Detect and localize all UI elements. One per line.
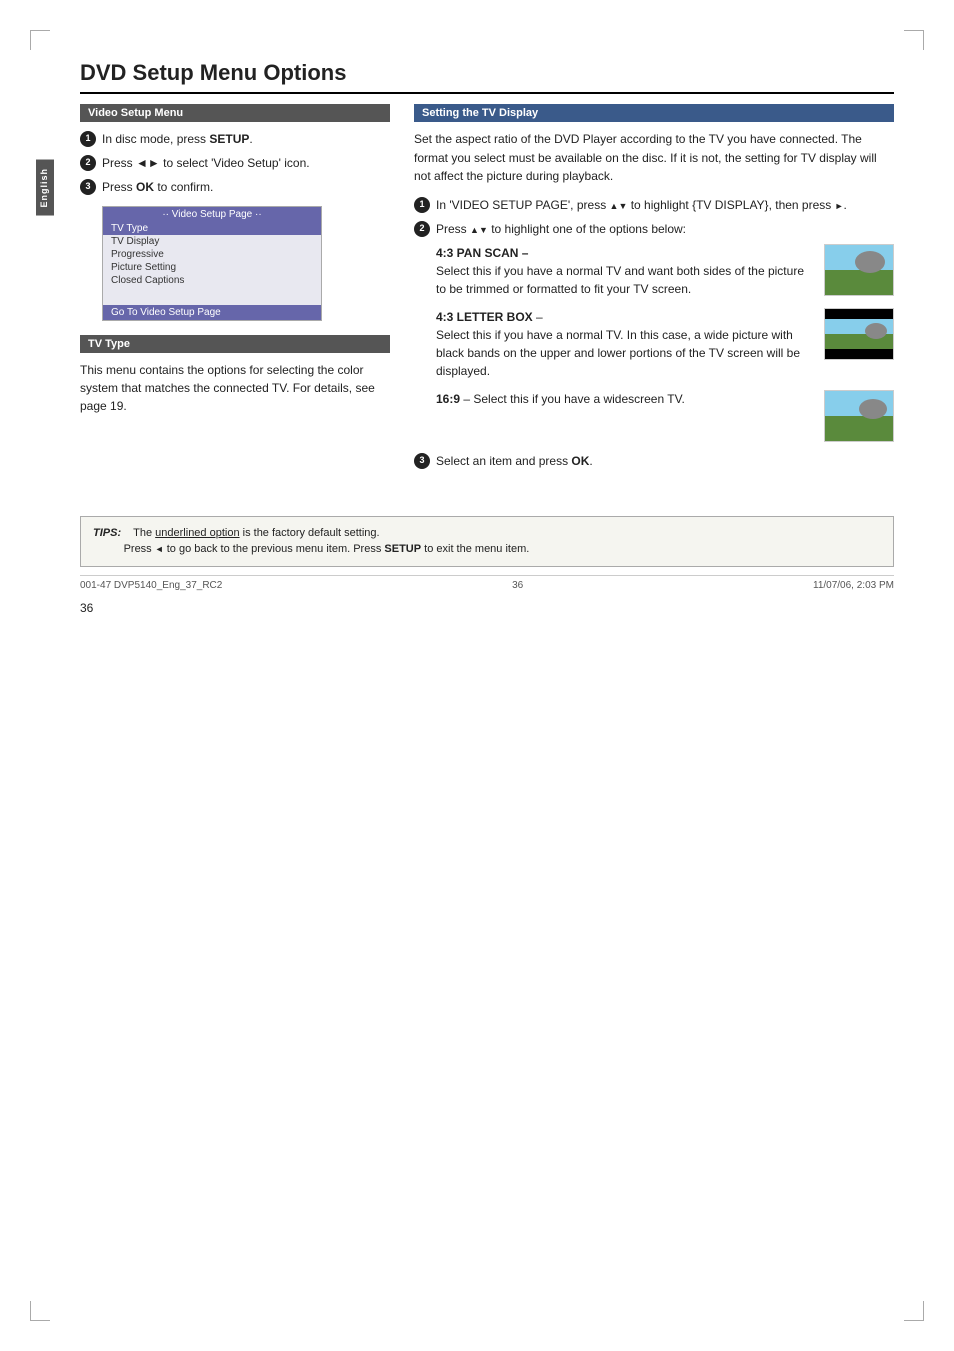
- page-number: 36: [80, 601, 894, 615]
- tips-line2: Press to go back to the previous menu it…: [124, 543, 530, 555]
- left-column: Video Setup Menu 1 In disc mode, press S…: [80, 104, 390, 476]
- pan-scan-thumbnail: [824, 244, 894, 296]
- option-widescreen-text: 16:9 – Select this if you have a widescr…: [436, 390, 816, 408]
- tv-type-header: TV Type: [80, 335, 390, 353]
- right-step-3-text: Select an item and press OK.: [436, 452, 894, 470]
- tv-type-section: TV Type This menu contains the options f…: [80, 335, 390, 415]
- step-2-number: 2: [80, 155, 96, 171]
- pan-scan-title: 4:3 PAN SCAN –: [436, 246, 528, 260]
- right-step-1: 1 In 'VIDEO SETUP PAGE', press to highli…: [414, 196, 894, 214]
- menu-item-picture-setting: Picture Setting: [103, 261, 321, 274]
- menu-item-tv-display: TV Display: [103, 235, 321, 248]
- right-intro-text: Set the aspect ratio of the DVD Player a…: [414, 130, 894, 186]
- widescreen-image: [825, 391, 893, 441]
- step-3-text: Press OK to confirm.: [102, 178, 390, 196]
- right-step-1-text: In 'VIDEO SETUP PAGE', press to highligh…: [436, 196, 894, 214]
- footer-bar: 001-47 DVP5140_Eng_37_RC2 36 11/07/06, 2…: [80, 575, 894, 591]
- right-step-2: 2 Press to highlight one of the options …: [414, 220, 894, 238]
- setup-bold: SETUP: [209, 132, 249, 146]
- step-2-select-video: 2 Press ◄► to select 'Video Setup' icon.: [80, 154, 390, 172]
- option-widescreen: 16:9 – Select this if you have a widescr…: [436, 390, 894, 442]
- tri-left-tips-icon: [155, 543, 164, 555]
- nav-arrows: ◄►: [136, 156, 160, 170]
- right-step-3-number: 3: [414, 453, 430, 469]
- tri-down-icon: [618, 198, 627, 212]
- footer-right: 11/07/06, 2:03 PM: [813, 580, 894, 591]
- widescreen-description: – Select this if you have a widescreen T…: [463, 392, 684, 406]
- widescreen-title: 16:9: [436, 392, 460, 406]
- video-setup-menu-section: Video Setup Menu 1 In disc mode, press S…: [80, 104, 390, 321]
- setting-tv-display-header: Setting the TV Display: [414, 104, 894, 122]
- option-pan-scan: 4:3 PAN SCAN – Select this if you have a…: [436, 244, 894, 298]
- widescreen-thumbnail: [824, 390, 894, 442]
- letterbox-inner: [825, 319, 893, 349]
- right-step-1-number: 1: [414, 197, 430, 213]
- tv-type-text: This menu contains the options for selec…: [80, 361, 390, 415]
- menu-item-closed-captions: Closed Captions: [103, 274, 321, 287]
- step-1-disc-mode: 1 In disc mode, press SETUP.: [80, 130, 390, 148]
- letter-box-image: [825, 309, 893, 359]
- pan-scan-description: Select this if you have a normal TV and …: [436, 264, 804, 296]
- corner-mark-br: [904, 1301, 924, 1321]
- step-3-number: 3: [80, 179, 96, 195]
- page-content: DVD Setup Menu Options Video Setup Menu …: [0, 0, 954, 675]
- page-title: DVD Setup Menu Options: [80, 60, 894, 94]
- step-1-number: 1: [80, 131, 96, 147]
- tri-down-2-icon: [479, 222, 488, 236]
- step-1-text: In disc mode, press SETUP.: [102, 130, 390, 148]
- option-letter-box-text: 4:3 LETTER BOX – Select this if you have…: [436, 308, 816, 380]
- pan-scan-image: [825, 245, 893, 295]
- ok-bold-3: OK: [571, 454, 589, 468]
- menu-box-footer: Go To Video Setup Page: [103, 305, 321, 320]
- letter-box-description: Select this if you have a normal TV. In …: [436, 328, 800, 378]
- menu-item-progressive: Progressive: [103, 248, 321, 261]
- step-3-confirm: 3 Press OK to confirm.: [80, 178, 390, 196]
- right-step-3: 3 Select an item and press OK.: [414, 452, 894, 470]
- tips-box: TIPS: The underlined option is the facto…: [80, 516, 894, 567]
- footer-left: 001-47 DVP5140_Eng_37_RC2: [80, 580, 222, 591]
- menu-box-title: ·· Video Setup Page ··: [103, 207, 321, 222]
- step-2-text: Press ◄► to select 'Video Setup' icon.: [102, 154, 390, 172]
- tips-label: TIPS:: [93, 527, 121, 539]
- letter-box-dash: –: [533, 310, 543, 324]
- setup-tips-bold: SETUP: [384, 543, 421, 555]
- footer-center-page: 36: [512, 580, 523, 591]
- corner-mark-bl: [30, 1301, 50, 1321]
- tips-line1: The underlined option is the factory def…: [133, 527, 379, 539]
- menu-screenshot-box: ·· Video Setup Page ·· TV Type TV Displa…: [102, 206, 322, 321]
- letter-box-title: 4:3 LETTER BOX: [436, 310, 533, 324]
- right-column: Setting the TV Display Set the aspect ra…: [414, 104, 894, 476]
- tri-right-icon: [835, 198, 844, 212]
- ok-bold: OK: [136, 180, 154, 194]
- tri-up-2-icon: [470, 222, 479, 236]
- menu-item-tv-type: TV Type: [103, 222, 321, 235]
- video-setup-menu-header: Video Setup Menu: [80, 104, 390, 122]
- option-pan-scan-text: 4:3 PAN SCAN – Select this if you have a…: [436, 244, 816, 298]
- option-letter-box: 4:3 LETTER BOX – Select this if you have…: [436, 308, 894, 380]
- right-step-2-text: Press to highlight one of the options be…: [436, 220, 894, 238]
- right-step-2-number: 2: [414, 221, 430, 237]
- letter-box-thumbnail: [824, 308, 894, 360]
- two-column-layout: Video Setup Menu 1 In disc mode, press S…: [80, 104, 894, 476]
- underlined-option: underlined option: [155, 527, 239, 539]
